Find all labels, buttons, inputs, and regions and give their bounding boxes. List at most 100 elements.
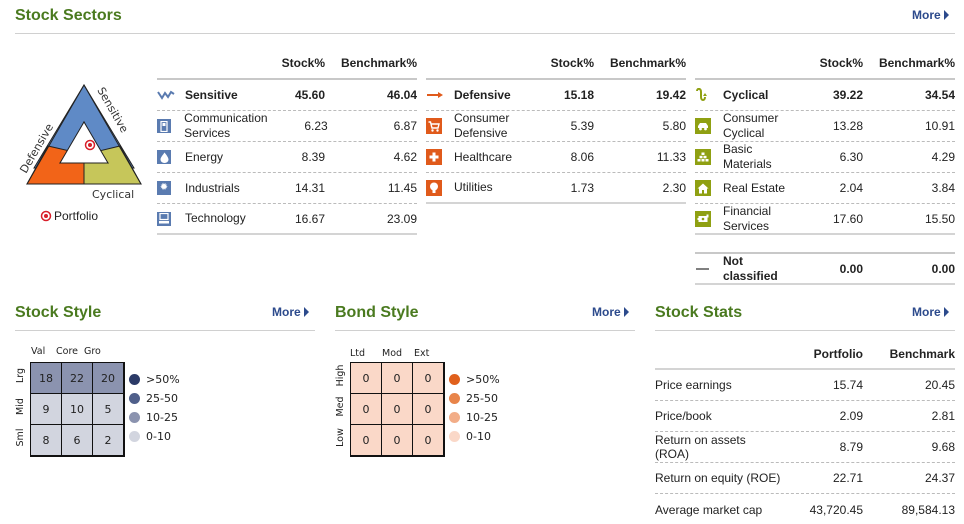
legend-label: 10-25 bbox=[466, 411, 498, 424]
sector-name: Sensitive bbox=[185, 87, 238, 102]
table-row: Return on equity (ROE) 22.71 24.37 bbox=[655, 463, 955, 494]
col-label-ltd: Ltd bbox=[350, 348, 366, 359]
more-label: More bbox=[592, 305, 621, 319]
stat-name: Return on equity (ROE) bbox=[655, 471, 781, 485]
stat-benchmark: 9.68 bbox=[931, 440, 955, 454]
sector-name: Real Estate bbox=[723, 180, 786, 195]
arrow-right-icon bbox=[303, 307, 309, 317]
stock-pct: 6.30 bbox=[839, 150, 863, 164]
style-cell-mid-gro: 5 bbox=[92, 393, 124, 425]
row-label-low: Low bbox=[335, 428, 346, 447]
more-label: More bbox=[912, 8, 941, 22]
arrow-right-icon bbox=[943, 10, 949, 20]
table-row: ✹ Industrials 14.31 11.45 bbox=[157, 173, 417, 204]
col-benchmark: Benchmark bbox=[889, 347, 955, 361]
stat-benchmark: 89,584.13 bbox=[901, 502, 955, 517]
benchmark-pct: 2.30 bbox=[662, 180, 686, 195]
legend-swatch bbox=[129, 374, 140, 385]
style-cell-lrg-val: 18 bbox=[30, 362, 62, 394]
legend-swatch bbox=[449, 374, 460, 385]
legend-item: 25-50 bbox=[129, 389, 180, 408]
stock-pct: 17.60 bbox=[832, 211, 863, 226]
defensive-icon bbox=[426, 80, 454, 111]
stock-stats-more-link[interactable]: More bbox=[912, 305, 949, 319]
stock-pct: 6.23 bbox=[304, 119, 328, 133]
benchmark-pct: 19.42 bbox=[655, 88, 686, 102]
car-icon bbox=[695, 118, 711, 134]
table-row: Financial Services 17.60 15.50 bbox=[695, 204, 955, 235]
benchmark-pct: 6.87 bbox=[393, 119, 417, 133]
table-row: Communication Services 6.23 6.87 bbox=[157, 111, 417, 142]
sector-name: Healthcare bbox=[454, 149, 513, 164]
stat-benchmark: 24.37 bbox=[924, 471, 955, 485]
legend-item: 0-10 bbox=[449, 427, 500, 446]
more-label: More bbox=[272, 305, 301, 319]
stock-pct: 5.39 bbox=[570, 119, 594, 133]
table-row: Healthcare 8.06 11.33 bbox=[426, 142, 686, 173]
benchmark-pct: 3.84 bbox=[931, 181, 955, 195]
col-portfolio: Portfolio bbox=[813, 347, 863, 361]
stock-pct: 8.06 bbox=[570, 150, 594, 164]
col-stock: Stock% bbox=[281, 56, 325, 70]
benchmark-pct: 34.54 bbox=[924, 88, 955, 102]
divider bbox=[655, 330, 955, 331]
legend-label: 10-25 bbox=[146, 411, 178, 424]
legend-swatch bbox=[129, 431, 140, 442]
style-cell-sml-gro: 2 bbox=[92, 424, 124, 456]
legend-item: 10-25 bbox=[449, 408, 500, 427]
sector-name: Communication Services bbox=[184, 111, 268, 140]
benchmark-pct: 4.29 bbox=[931, 150, 955, 164]
table-row: Average market cap 43,720.45 89,584.13 bbox=[655, 494, 955, 524]
legend-swatch bbox=[449, 431, 460, 442]
style-cell-low-mod: 0 bbox=[381, 424, 413, 456]
style-cell-med-ext: 0 bbox=[412, 393, 444, 425]
sector-name: Energy bbox=[185, 149, 224, 164]
style-cell-sml-val: 8 bbox=[30, 424, 62, 456]
table-header: Stock% Benchmark% bbox=[157, 50, 417, 80]
table-row: Consumer Defensive 5.39 5.80 bbox=[426, 111, 686, 142]
stock-sectors-title: Stock Sectors bbox=[15, 7, 122, 24]
row-label-high: High bbox=[335, 364, 346, 387]
legend-label: >50% bbox=[146, 373, 180, 386]
sector-name: Financial Services bbox=[723, 203, 772, 233]
legend-item: 0-10 bbox=[129, 427, 180, 446]
gear-icon: ✹ bbox=[157, 181, 171, 195]
col-benchmark: Benchmark% bbox=[340, 56, 417, 70]
stat-portfolio: 8.79 bbox=[839, 440, 863, 454]
legend-label: 25-50 bbox=[466, 392, 498, 405]
defensive-table: Stock% Benchmark% Defensive 15.18 19.42 … bbox=[426, 50, 686, 204]
money-icon bbox=[695, 210, 711, 227]
table-header: Stock% Benchmark% bbox=[426, 50, 686, 80]
sensitive-table: Stock% Benchmark% Sensitive 45.60 46.04 … bbox=[157, 50, 417, 235]
stat-portfolio: 22.71 bbox=[832, 471, 863, 485]
sector-triangle-chart: Sensitive Defensive Cyclical Portfolio bbox=[17, 83, 142, 223]
stock-pct: 2.04 bbox=[839, 181, 863, 195]
legend-swatch bbox=[449, 412, 460, 423]
legend-item: >50% bbox=[449, 370, 500, 389]
stat-name: Price/book bbox=[655, 409, 712, 423]
stock-style-title: Stock Style bbox=[15, 304, 102, 321]
table-row: Sensitive 45.60 46.04 bbox=[157, 80, 417, 111]
style-cell-med-mod: 0 bbox=[381, 393, 413, 425]
cross-icon bbox=[426, 149, 442, 165]
benchmark-pct: 0.00 bbox=[931, 261, 955, 276]
table-row: Return on assets (ROA) 8.79 9.68 bbox=[655, 432, 955, 463]
stat-benchmark: 20.45 bbox=[924, 378, 955, 392]
divider bbox=[15, 330, 315, 331]
table-row: Price earnings 15.74 20.45 bbox=[655, 370, 955, 401]
stock-pct: 15.18 bbox=[563, 88, 594, 102]
stock-sectors-more-link[interactable]: More bbox=[912, 8, 949, 22]
computer-icon bbox=[157, 211, 171, 226]
legend-item: 10-25 bbox=[129, 408, 180, 427]
not-classified-table: Not classified 0.00 0.00 bbox=[695, 252, 955, 285]
table-row: Cyclical 39.22 34.54 bbox=[695, 80, 955, 111]
bond-style-more-link[interactable]: More bbox=[592, 305, 629, 319]
stock-style-more-link[interactable]: More bbox=[272, 305, 309, 319]
portfolio-legend-marker-center bbox=[44, 214, 48, 218]
stock-pct: 0.00 bbox=[839, 261, 863, 276]
stat-portfolio: 43,720.45 bbox=[809, 502, 863, 517]
stock-pct: 1.73 bbox=[570, 180, 594, 195]
sector-name: Basic Materials bbox=[723, 142, 772, 171]
stock-style-box: 18 22 20 9 10 5 8 6 2 bbox=[30, 362, 125, 457]
table-row: Basic Materials 6.30 4.29 bbox=[695, 142, 955, 173]
